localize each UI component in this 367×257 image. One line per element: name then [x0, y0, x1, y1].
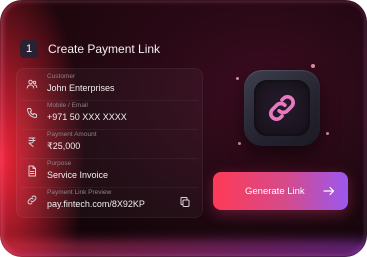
users-icon [23, 75, 41, 93]
sparkle-dot [236, 77, 239, 80]
app-frame: 1 Create Payment Link Customer John Ente… [0, 0, 367, 257]
phone-icon [23, 104, 41, 122]
customer-field[interactable]: Customer John Enterprises [17, 72, 202, 98]
link-app-icon [254, 80, 310, 136]
customer-value: John Enterprises [47, 83, 115, 93]
arrow-right-icon [323, 186, 335, 196]
generate-link-label: Generate Link [245, 186, 305, 197]
link-preview-field: Payment Link Preview pay.fintech.com/8X9… [17, 188, 202, 214]
mobile-email-label: Mobile / Email [47, 102, 88, 109]
form-header: 1 Create Payment Link [20, 40, 160, 58]
payment-amount-value: ₹25,000 [47, 141, 81, 151]
link-icon [23, 191, 41, 209]
sparkle-dot [238, 142, 241, 145]
purpose-field[interactable]: Purpose Service Invoice [17, 159, 202, 185]
payment-form-card: Customer John Enterprises Mobile / Email… [16, 68, 203, 218]
link-preview-value: pay.fintech.com/8X92KP [47, 199, 145, 209]
customer-label: Customer [47, 73, 76, 80]
mobile-email-field[interactable]: Mobile / Email +971 50 XXX XXXX [17, 101, 202, 127]
step-badge: 1 [20, 40, 38, 58]
purpose-value: Service Invoice [47, 170, 109, 180]
payment-amount-field[interactable]: Payment Amount ₹25,000 [17, 130, 202, 156]
generate-link-button[interactable]: Generate Link [213, 172, 348, 210]
chain-link-icon [269, 95, 295, 121]
sparkle-dot [326, 132, 329, 135]
page-title: Create Payment Link [48, 42, 161, 56]
payment-amount-label: Payment Amount [47, 131, 97, 138]
link-app-icon-tile [244, 70, 320, 146]
mobile-email-value: +971 50 XXX XXXX [47, 112, 127, 122]
link-preview-label: Payment Link Preview [47, 189, 112, 196]
rupee-icon [23, 133, 41, 151]
document-icon [23, 162, 41, 180]
copy-icon[interactable] [179, 195, 191, 207]
purpose-label: Purpose [47, 160, 72, 167]
sparkle-dot [311, 64, 315, 68]
